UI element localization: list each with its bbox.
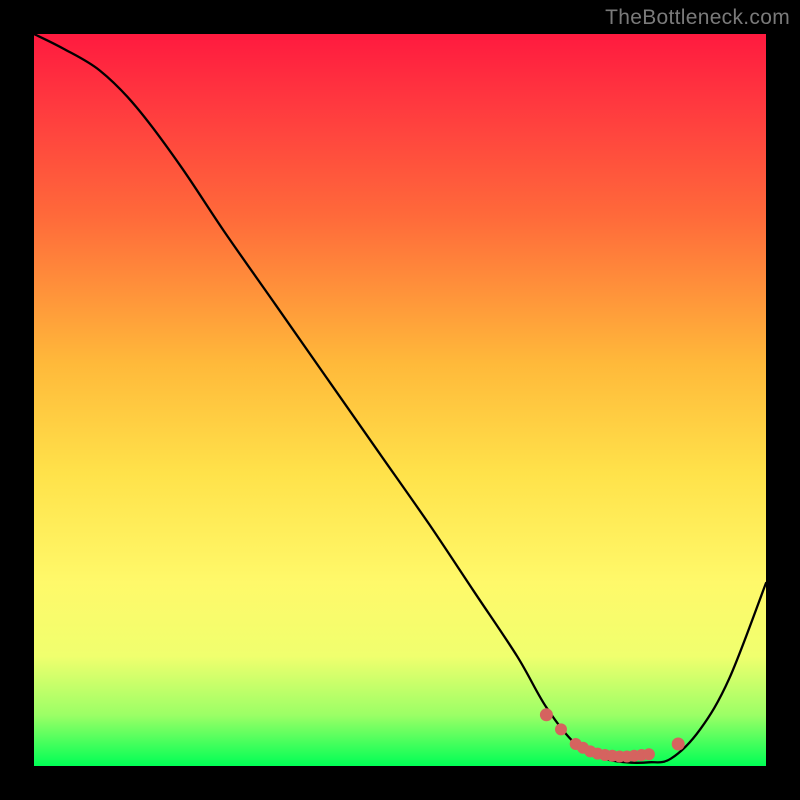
chart-svg (34, 34, 766, 766)
curve-layer (34, 34, 766, 763)
plot-area (34, 34, 766, 766)
highlight-dot (643, 748, 655, 760)
highlight-dot (540, 708, 553, 721)
bottleneck-curve (34, 34, 766, 763)
chart-frame: TheBottleneck.com (0, 0, 800, 800)
watermark-text: TheBottleneck.com (605, 6, 790, 30)
highlight-dot (672, 738, 685, 751)
highlight-dots (540, 708, 685, 762)
highlight-dot (555, 723, 567, 735)
